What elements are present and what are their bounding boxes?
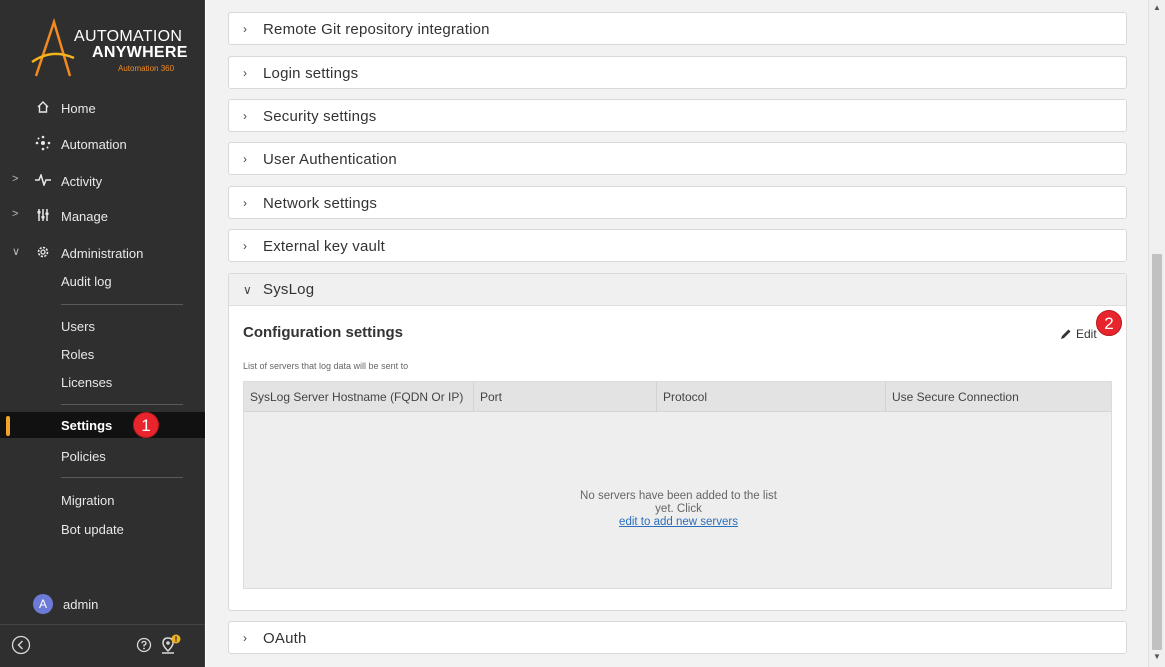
sidebar-item-label: Migration [61,493,115,508]
automation-anywhere-logo[interactable]: AUTOMATION ANYWHERE Automation 360 [30,18,200,88]
sidebar-item-label: Audit log [61,274,112,289]
panel-title: User Authentication [263,150,397,168]
home-icon [34,98,52,116]
sidebar-item-roles[interactable]: Roles [0,341,205,367]
column-header-port[interactable]: Port [474,382,657,412]
sidebar-item-label: Bot update [61,522,124,537]
chevron-right-icon: > [12,173,19,185]
syslog-servers-table: SysLog Server Hostname (FQDN Or IP) Port… [243,381,1112,589]
nav-item-automation[interactable]: Automation [0,130,205,158]
vertical-scrollbar[interactable]: ▲ ▼ [1148,0,1165,667]
user-profile[interactable]: A admin [33,592,98,616]
panel-remote-git[interactable]: › Remote Git repository integration [228,12,1127,45]
panel-title: SysLog [263,281,315,298]
sidebar-item-bot-update[interactable]: Bot update [0,516,205,542]
divider [61,404,183,405]
scrollbar-thumb[interactable] [1152,254,1162,650]
nav-label-manage: Manage [61,209,108,224]
edit-label: Edit [1076,327,1097,341]
scroll-down-arrow-icon[interactable]: ▼ [1153,652,1161,661]
logo-a-mark-icon [31,18,75,77]
empty-state-message: No servers have been added to the list y… [244,490,1113,529]
servers-description: List of servers that log data will be se… [243,361,409,371]
chevron-right-icon: › [243,22,247,36]
divider [61,304,183,305]
divider [0,624,205,625]
manage-icon [34,206,52,224]
panel-title: Network settings [263,194,378,212]
panel-title: External key vault [263,237,385,255]
divider [61,477,183,478]
panel-external-key-vault[interactable]: › External key vault [228,229,1127,262]
help-icon[interactable] [133,634,155,656]
add-servers-link[interactable]: edit to add new servers [244,516,1113,529]
avatar: A [33,594,53,614]
panel-title: Login settings [263,64,359,82]
nav-item-administration[interactable]: ∨ Administration [0,239,205,267]
sidebar-item-users[interactable]: Users [0,313,205,339]
sidebar-item-label: Policies [61,449,106,464]
empty-state-line-1: No servers have been added to the list [580,490,777,502]
pencil-icon [1061,329,1071,339]
settings-content: › Remote Git repository integration › Lo… [206,0,1148,667]
chevron-right-icon: › [243,66,247,80]
column-header-secure-connection[interactable]: Use Secure Connection [886,382,1111,412]
panel-title: OAuth [263,629,307,647]
sidebar-item-audit-log[interactable]: Audit log [0,268,205,294]
location-alert-icon[interactable] [160,634,182,656]
nav-label-automation: Automation [61,137,127,152]
chevron-right-icon: › [243,196,247,210]
chevron-down-icon: ∨ [243,282,252,297]
panel-oauth[interactable]: › OAuth [228,621,1127,654]
nav-item-home[interactable]: Home [0,94,205,122]
panel-network-settings[interactable]: › Network settings [228,186,1127,219]
chevron-right-icon: > [12,208,19,220]
active-indicator [6,416,10,436]
panel-title: Security settings [263,107,377,125]
edit-button[interactable]: Edit [1060,327,1097,341]
nav-item-manage[interactable]: > Manage [0,202,205,230]
table-header: SysLog Server Hostname (FQDN Or IP) Port… [244,382,1111,412]
configuration-settings-title: Configuration settings [243,324,403,341]
chevron-right-icon: › [243,109,247,123]
sidebar-item-label: Users [61,319,95,334]
sidebar-item-label: Licenses [61,375,113,390]
empty-state-line-2: yet. Click [655,503,702,515]
nav-label-administration: Administration [61,246,144,261]
callout-badge-2: 2 [1096,310,1122,336]
chevron-right-icon: › [243,631,247,645]
column-header-hostname[interactable]: SysLog Server Hostname (FQDN Or IP) [244,382,474,412]
nav-label-home: Home [61,101,96,116]
syslog-header[interactable]: ∨ SysLog [229,274,1126,306]
sidebar-item-settings[interactable]: Settings [0,412,205,438]
chevron-down-icon: ∨ [12,246,21,258]
scroll-up-arrow-icon[interactable]: ▲ [1153,3,1161,12]
logo-text-product: Automation 360 [118,64,175,73]
chevron-right-icon: › [243,152,247,166]
user-name: admin [63,596,99,612]
nav-item-activity[interactable]: > Activity [0,167,205,195]
activity-icon [34,171,52,189]
panel-syslog: ∨ SysLog Configuration settings Edit Lis… [228,273,1127,611]
sidebar-item-label: Settings [61,418,113,433]
panel-title: Remote Git repository integration [263,20,490,38]
sidebar-item-label: Roles [61,347,95,362]
callout-badge-1: 1 [133,412,159,438]
sidebar: AUTOMATION ANYWHERE Automation 360 Home … [0,0,205,667]
sidebar-item-licenses[interactable]: Licenses [0,369,205,395]
sidebar-item-policies[interactable]: Policies [0,443,205,469]
gear-icon [34,243,52,261]
panel-security-settings[interactable]: › Security settings [228,99,1127,132]
panel-login-settings[interactable]: › Login settings [228,56,1127,89]
nav-label-activity: Activity [61,174,103,189]
logo-text-anywhere: ANYWHERE [92,44,188,61]
column-header-protocol[interactable]: Protocol [657,382,886,412]
collapse-icon[interactable] [10,634,32,656]
automation-icon [34,134,52,152]
panel-user-authentication[interactable]: › User Authentication [228,142,1127,175]
chevron-right-icon: › [243,239,247,253]
sidebar-item-migration[interactable]: Migration [0,487,205,513]
